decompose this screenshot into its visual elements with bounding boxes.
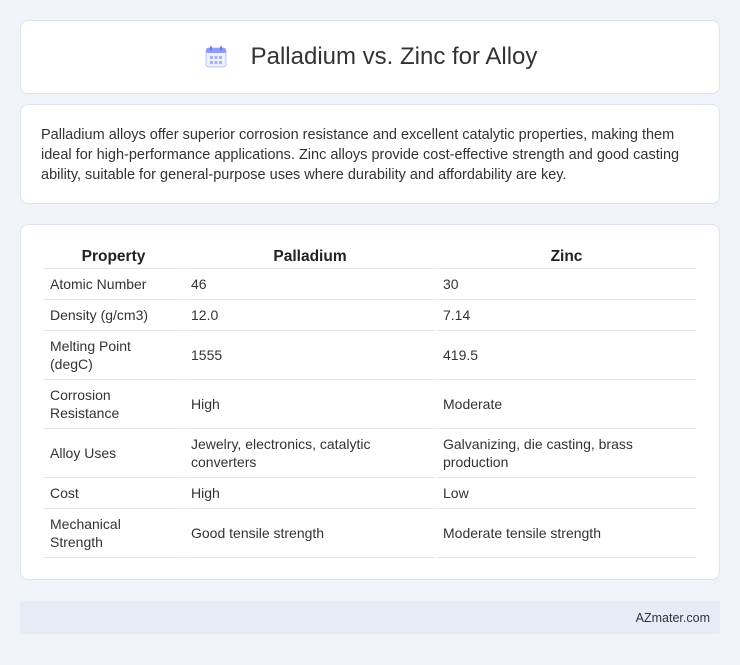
table-row: Melting Point (degC) 1555 419.5 (44, 331, 696, 380)
table-row: Mechanical Strength Good tensile strengt… (44, 509, 696, 558)
property-cell: Atomic Number (44, 269, 183, 300)
footer-bar: AZmater.com (20, 601, 720, 634)
property-cell: Corrosion Resistance (44, 380, 183, 429)
table-row: Cost High Low (44, 478, 696, 509)
palladium-cell: Jewelry, electronics, catalytic converte… (185, 429, 435, 478)
zinc-cell: 7.14 (437, 300, 696, 331)
table-row: Density (g/cm3) 12.0 7.14 (44, 300, 696, 331)
comparison-table: Property Palladium Zinc Atomic Number 46… (42, 245, 698, 558)
zinc-cell: 30 (437, 269, 696, 300)
zinc-cell: 419.5 (437, 331, 696, 380)
column-header-property: Property (44, 245, 183, 269)
calendar-icon (203, 44, 229, 70)
zinc-cell: Moderate (437, 380, 696, 429)
page-title: Palladium vs. Zinc for Alloy (250, 43, 538, 70)
property-cell: Density (g/cm3) (44, 300, 183, 331)
column-header-palladium: Palladium (185, 245, 435, 269)
property-cell: Melting Point (degC) (44, 331, 183, 380)
palladium-cell: 12.0 (185, 300, 435, 331)
property-cell: Mechanical Strength (44, 509, 183, 558)
zinc-cell: Low (437, 478, 696, 509)
palladium-cell: 46 (185, 269, 435, 300)
column-header-zinc: Zinc (437, 245, 696, 269)
zinc-cell: Galvanizing, die casting, brass producti… (437, 429, 696, 478)
table-row: Alloy Uses Jewelry, electronics, catalyt… (44, 429, 696, 478)
table-row: Corrosion Resistance High Moderate (44, 380, 696, 429)
comparison-table-card: Property Palladium Zinc Atomic Number 46… (20, 224, 720, 580)
property-cell: Cost (44, 478, 183, 509)
description-text: Palladium alloys offer superior corrosio… (41, 127, 680, 183)
property-cell: Alloy Uses (44, 429, 183, 478)
zinc-cell: Moderate tensile strength (437, 509, 696, 558)
title-card: Palladium vs. Zinc for Alloy (20, 20, 720, 94)
description-card: Palladium alloys offer superior corrosio… (20, 104, 720, 204)
palladium-cell: High (185, 478, 435, 509)
palladium-cell: 1555 (185, 331, 435, 380)
palladium-cell: High (185, 380, 435, 429)
footer-brand[interactable]: AZmater.com (636, 611, 710, 625)
table-row: Atomic Number 46 30 (44, 269, 696, 300)
palladium-cell: Good tensile strength (185, 509, 435, 558)
table-header-row: Property Palladium Zinc (44, 245, 696, 269)
